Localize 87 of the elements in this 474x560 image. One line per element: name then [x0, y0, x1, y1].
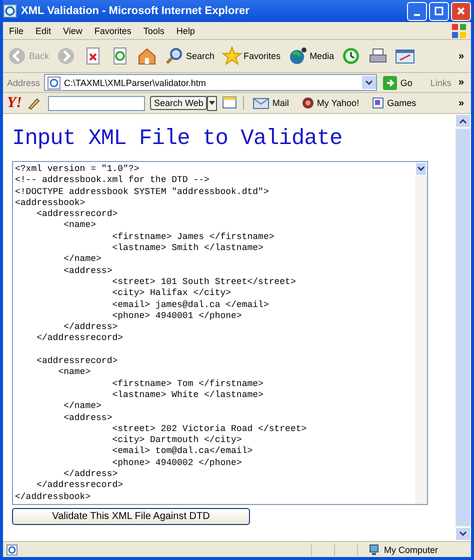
code-line: <city> Halifax </city>: [111, 288, 232, 300]
code-line: </name>: [62, 254, 102, 266]
close-icon: [456, 6, 466, 16]
home-button[interactable]: [137, 46, 158, 66]
code-line: <!DOCTYPE addressbook SYSTEM "addressbook.dtd">: [15, 186, 270, 198]
search-icon: [164, 46, 184, 66]
more-button[interactable]: »: [455, 98, 467, 108]
menu-item[interactable]: View: [63, 26, 82, 36]
code-line: <phone> 4940001 </phone>: [111, 310, 243, 322]
envelope-icon: [253, 98, 270, 108]
star-icon: [222, 46, 242, 66]
code-line: <street> 101 South Street</street>: [111, 276, 297, 288]
close-button[interactable]: [451, 2, 471, 20]
code-line: <email> james@dal.ca </email>: [111, 300, 270, 311]
media-button[interactable]: Media: [288, 46, 334, 66]
security-zone: My Computer: [384, 544, 438, 554]
menu-item[interactable]: Edit: [36, 26, 52, 36]
code-line: <?xml version = "1.0"?>: [15, 164, 140, 176]
circle-icon: [302, 97, 314, 109]
minimize-button[interactable]: [407, 2, 427, 20]
code-line: <email> tom@dal.ca</email>: [111, 446, 254, 458]
search-web-button[interactable]: Search Web: [150, 96, 208, 110]
go-button[interactable]: Go: [381, 76, 418, 90]
code-line: <firstname> Tom </firstname>: [111, 378, 264, 390]
my-yahoo-button[interactable]: My Yahoo!: [298, 97, 364, 109]
home-icon: [137, 46, 158, 66]
dropdown-button[interactable]: [207, 96, 218, 110]
code-line: </address>: [62, 322, 119, 334]
games-button[interactable]: Games: [368, 97, 420, 109]
window-icon[interactable]: [222, 96, 238, 110]
maximize-icon: [434, 6, 444, 16]
address-field[interactable]: C:\TAXML\XMLParser\validator.htm: [44, 74, 378, 91]
chevron-down-icon: [459, 531, 467, 537]
chevron-up-icon: [459, 118, 467, 124]
windows-logo-icon: [451, 22, 467, 38]
code-line: </address>: [62, 469, 119, 480]
code-line: <addressbook>: [15, 198, 86, 210]
code-line: <firstname> James </firstname>: [111, 232, 276, 244]
menu-item[interactable]: Help: [176, 26, 195, 36]
yahoo-logo[interactable]: Y!: [7, 94, 22, 112]
menu-item[interactable]: Tools: [143, 26, 164, 36]
page-icon: [6, 544, 18, 556]
search-button[interactable]: Search: [164, 46, 215, 66]
dropdown-button[interactable]: [362, 76, 376, 89]
chevron-down-icon: [417, 166, 425, 172]
minimize-icon: [414, 14, 420, 16]
games-icon: [372, 97, 384, 109]
scrollbar[interactable]: [455, 114, 471, 541]
window-title: XML Validation - Microsoft Internet Explorer: [21, 5, 250, 17]
code-line: <address>: [62, 266, 114, 277]
links-label[interactable]: Links: [430, 78, 452, 88]
code-line: </addressrecord>: [36, 480, 124, 492]
computer-icon: [368, 544, 380, 556]
code-line: <name>: [62, 220, 98, 232]
code-line: </name>: [62, 401, 102, 413]
more-button[interactable]: »: [455, 77, 467, 88]
more-button[interactable]: »: [455, 50, 467, 62]
code-line: </addressbook>: [15, 492, 92, 503]
code-line: <lastname> White </lastname>: [111, 390, 264, 402]
maximize-button[interactable]: [429, 2, 449, 20]
page-heading: Input XML File to Validate: [12, 126, 344, 151]
code-line: <name>: [57, 367, 92, 379]
code-line: <city> Dartmouth </city>: [111, 435, 243, 446]
favorites-button[interactable]: Favorites: [222, 46, 281, 66]
code-line: <addressrecord>: [36, 356, 119, 368]
browser-icon: [3, 4, 17, 18]
code-line: <lastname> Smith </lastname>: [111, 243, 264, 254]
menu-item[interactable]: Favorites: [94, 26, 132, 36]
menu-item[interactable]: File: [9, 26, 24, 36]
page-icon: [47, 76, 62, 90]
code-line: <street> 202 Victoria Road </street>: [111, 424, 308, 436]
code-line: </addressrecord>: [36, 333, 124, 345]
code-line: <phone> 4940002 </phone>: [111, 458, 243, 470]
validate-button[interactable]: Validate This XML File Against DTD: [12, 508, 250, 525]
code-line: <address>: [62, 412, 114, 424]
mail-button[interactable]: Mail: [249, 98, 293, 108]
caret-icon: [209, 101, 216, 105]
address-label: Address: [7, 78, 40, 88]
xml-text-area[interactable]: [12, 161, 428, 505]
clock-icon: [341, 46, 362, 66]
search-field[interactable]: [48, 96, 145, 110]
scrollbar[interactable]: [415, 162, 427, 504]
chevron-down-icon: [365, 80, 374, 86]
history-button[interactable]: [341, 46, 362, 66]
globe-icon: [288, 46, 308, 66]
code-line: <addressrecord>: [36, 209, 119, 220]
code-line: <!-- addressbook.xml for the DTD -->: [15, 175, 210, 187]
